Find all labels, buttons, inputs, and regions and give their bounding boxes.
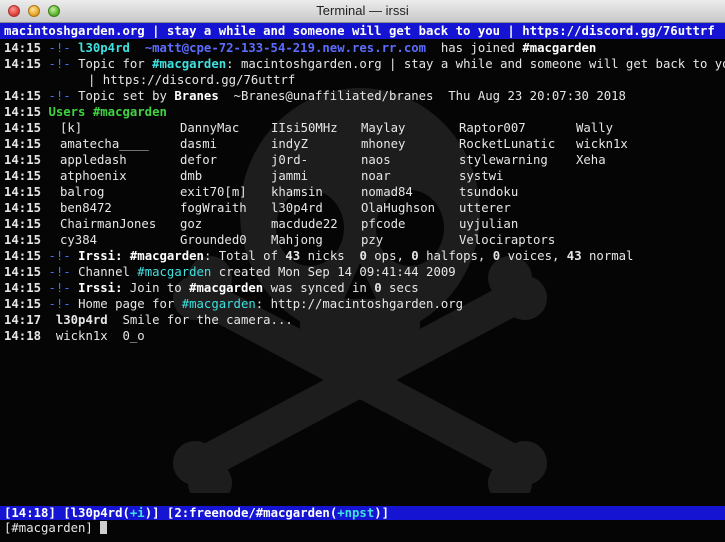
log-line-topic-set: 14:15 -!- Topic set by Branes ~Branes@un… — [4, 89, 626, 103]
user-nick[interactable]: stylewarning — [459, 152, 548, 168]
log-line-users-header: 14:15 Users #macgarden — [4, 105, 167, 119]
log-line-join: 14:15 -!- l30p4rd ~matt@cpe-72-133-54-21… — [4, 41, 597, 55]
user-nick[interactable]: khamsin — [271, 184, 323, 200]
user-nick[interactable]: Velociraptors — [459, 232, 555, 248]
timestamp: 14:15 — [4, 185, 42, 199]
user-nick[interactable]: ChairmanJones — [60, 216, 156, 232]
input-prompt: [#macgarden] — [4, 521, 93, 535]
topic-bar: macintoshgarden.org | stay a while and s… — [0, 23, 725, 39]
timestamp: 14:15 — [4, 137, 42, 151]
users-row: 14:15 ben8472 fogWraith l30p4rd OlaHughson ut… — [4, 200, 719, 216]
timestamp: 14:15 — [4, 201, 42, 215]
log-line-channel-created: 14:15 -!- Channel #macgarden created Mon… — [4, 265, 456, 279]
user-nick[interactable]: uyjulian — [459, 216, 518, 232]
timestamp: 14:15 — [4, 169, 42, 183]
user-nick[interactable]: ben8472 — [60, 200, 112, 216]
user-nick[interactable]: l30p4rd — [271, 200, 323, 216]
user-nick[interactable]: Maylay — [361, 120, 405, 136]
user-nick[interactable]: pzy — [361, 232, 383, 248]
user-nick[interactable]: amatecha____ — [60, 136, 149, 152]
user-nick[interactable]: Wally — [576, 120, 613, 136]
user-nick[interactable]: exit70[m] — [180, 184, 247, 200]
timestamp: 14:15 — [4, 233, 42, 247]
log-line-irssi-total: 14:15 -!- Irssi: #macgarden: Total of 43… — [4, 249, 634, 263]
user-nick[interactable]: nomad84 — [361, 184, 413, 200]
users-row: 14:15 balrog exit70[m] khamsin nomad84 tsundo… — [4, 184, 719, 200]
user-nick[interactable]: jammi — [271, 168, 308, 184]
users-row: 14:15 [k] DannyMac IIsi50MHz Maylay Raptor007… — [4, 120, 719, 136]
user-nick[interactable]: tsundoku — [459, 184, 518, 200]
timestamp: 14:15 — [4, 217, 42, 231]
user-nick[interactable]: appledash — [60, 152, 127, 168]
terminal-window: Terminal — irssi macintoshgarden.org | s… — [0, 0, 725, 542]
user-nick[interactable]: Raptor007 — [459, 120, 526, 136]
log-line-topic: 14:15 -!- Topic for #macgarden: macintos… — [4, 57, 725, 71]
log-line-topic-cont: | https://discord.gg/76uttrf — [88, 73, 296, 87]
user-nick[interactable]: dasmi — [180, 136, 217, 152]
user-nick[interactable]: j0rd- — [271, 152, 308, 168]
user-nick[interactable]: wickn1x — [576, 136, 628, 152]
text-cursor — [100, 521, 108, 534]
users-row: 14:15 atphoenix dmb jammi noar systwi — [4, 168, 719, 184]
title-bar[interactable]: Terminal — irssi — [0, 0, 725, 23]
user-nick[interactable]: IIsi50MHz — [271, 120, 338, 136]
input-line[interactable]: [#macgarden] — [4, 520, 108, 536]
user-nick[interactable]: DannyMac — [180, 120, 239, 136]
user-nick[interactable]: RocketLunatic — [459, 136, 555, 152]
user-nick[interactable]: fogWraith — [180, 200, 247, 216]
status-text: [14:18] [l30p4rd(+i)] [2:freenode/#macga… — [4, 506, 390, 520]
user-nick[interactable]: Grounded0 — [180, 232, 247, 248]
user-nick[interactable]: noar — [361, 168, 391, 184]
user-nick[interactable]: cy384 — [60, 232, 97, 248]
user-nick[interactable]: Xeha — [576, 152, 606, 168]
terminal-area[interactable]: macintoshgarden.org | stay a while and s… — [0, 23, 725, 542]
timestamp: 14:15 — [4, 121, 42, 135]
window-title: Terminal — irssi — [316, 3, 409, 18]
user-nick[interactable]: atphoenix — [60, 168, 127, 184]
user-nick[interactable]: goz — [180, 216, 202, 232]
user-nick[interactable]: Mahjong — [271, 232, 323, 248]
users-row: 14:15 ChairmanJones goz macdude22 pfcode uyju… — [4, 216, 719, 232]
log-line-synced: 14:15 -!- Irssi: Join to #macgarden was … — [4, 281, 419, 295]
user-nick[interactable]: balrog — [60, 184, 104, 200]
user-nick[interactable]: indyZ — [271, 136, 308, 152]
log-line-message: 14:18 wickn1x 0_o — [4, 329, 145, 343]
user-nick[interactable]: OlaHughson — [361, 200, 435, 216]
user-nick[interactable]: dmb — [180, 168, 202, 184]
users-row: 14:15 cy384 Grounded0 Mahjong pzy Velocirapto… — [4, 232, 719, 248]
status-bar: [14:18] [l30p4rd(+i)] [2:freenode/#macga… — [0, 506, 725, 520]
user-nick[interactable]: naos — [361, 152, 391, 168]
timestamp: 14:15 — [4, 153, 42, 167]
user-nick[interactable]: systwi — [459, 168, 503, 184]
log-line-message: 14:17 l30p4rd Smile for the camera... — [4, 313, 293, 327]
user-nick[interactable]: [k] — [60, 120, 82, 136]
user-nick[interactable]: pfcode — [361, 216, 405, 232]
user-nick[interactable]: macdude22 — [271, 216, 338, 232]
log-line-homepage: 14:15 -!- Home page for #macgarden: http… — [4, 297, 464, 311]
users-row: 14:15 amatecha____ dasmi indyZ mhoney RocketL… — [4, 136, 719, 152]
user-nick[interactable]: utterer — [459, 200, 511, 216]
topic-text: macintoshgarden.org | stay a while and s… — [4, 24, 715, 38]
user-nick[interactable]: defor — [180, 152, 217, 168]
user-nick[interactable]: mhoney — [361, 136, 405, 152]
users-row: 14:15 appledash defor j0rd-naos stylewarning… — [4, 152, 719, 168]
